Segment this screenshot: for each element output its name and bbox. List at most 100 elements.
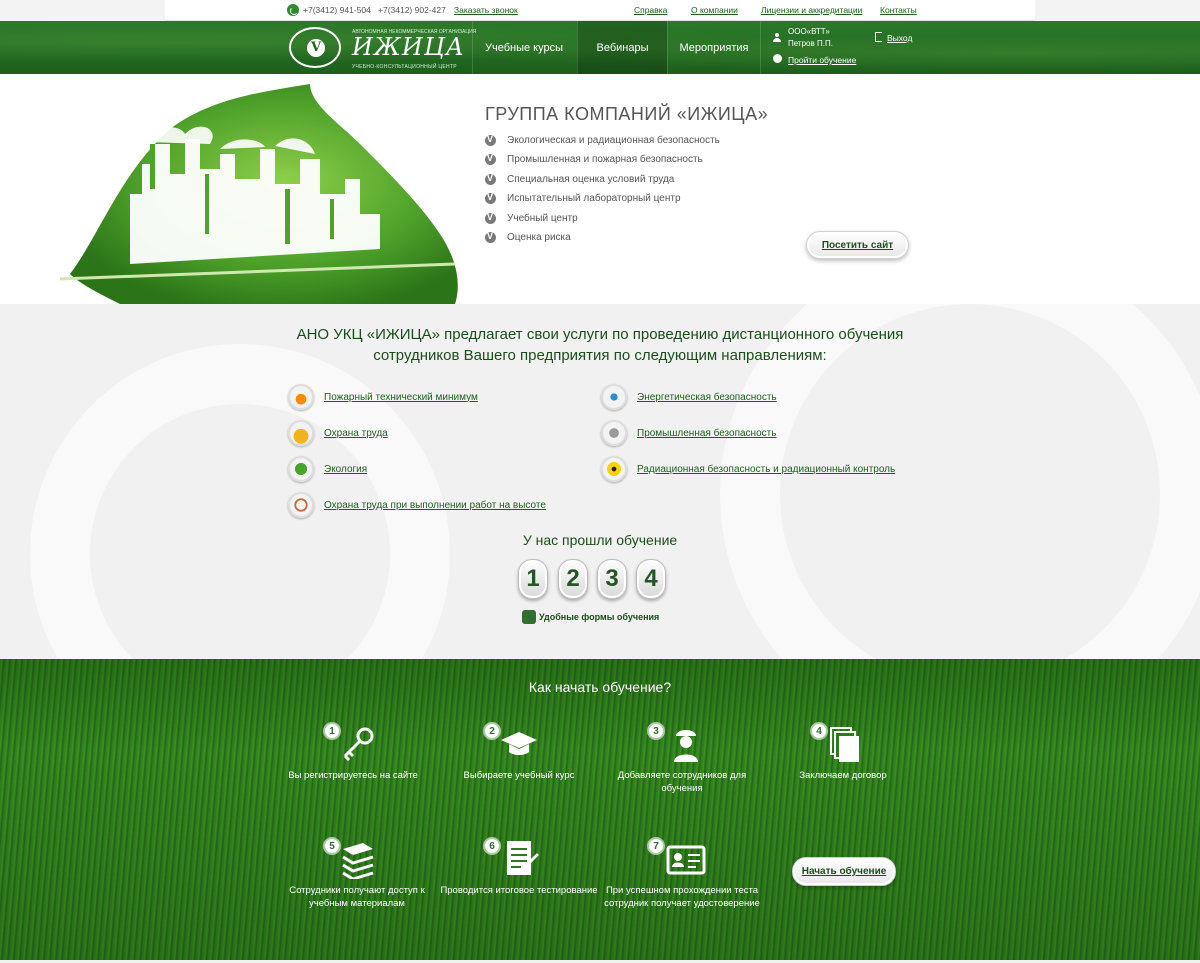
- gears-icon: [601, 420, 627, 446]
- top-bar-right-margin: [1035, 0, 1200, 21]
- logo-title[interactable]: ИЖИЦА: [352, 33, 465, 61]
- course-link-energy[interactable]: Энергетическая безопасность: [637, 392, 777, 403]
- help-link[interactable]: Справка: [634, 5, 667, 15]
- top-bar: +7(3412) 941-504 +7(3412) 902-427 Заказа…: [0, 0, 1200, 21]
- nav-courses[interactable]: Учебные курсы: [472, 21, 575, 74]
- about-link[interactable]: О компании: [691, 5, 738, 15]
- course-link-industrial[interactable]: Промышленная безопасность: [637, 428, 776, 439]
- steps-title: Как начать обучение?: [528, 679, 672, 695]
- phone-number-2: +7(3412) 902-427: [378, 5, 446, 15]
- leaf-factory-image: [60, 84, 458, 304]
- step-text: Сотрудники получают доступ к учебным мат…: [289, 885, 425, 909]
- visit-site-button[interactable]: Посетить сайт: [806, 231, 909, 259]
- bullet-icon: [485, 231, 496, 243]
- step-number-badge: 7: [647, 837, 665, 855]
- course-item[interactable]: Радиационная безопасность и радиационный…: [601, 456, 895, 482]
- course-link-fire[interactable]: Пожарный технический минимум: [324, 392, 478, 403]
- hero-list-item-text: Учебный центр: [507, 213, 578, 224]
- step-register: 1 Вы регистрируетесь на сайте: [273, 722, 433, 802]
- course-item[interactable]: Охрана труда при выполнении работ на выс…: [288, 492, 546, 518]
- step-text: Вы регистрируетесь на сайте: [288, 770, 418, 781]
- hero-list-item: Экологическая и радиационная безопасност…: [485, 134, 720, 146]
- keys-icon: [343, 727, 374, 762]
- logo-emblem-mark: [307, 39, 325, 57]
- bullet-icon: [485, 192, 496, 204]
- course-link-labor[interactable]: Охрана труда: [324, 428, 388, 439]
- steps-section: Как начать обучение? 1 Вы регистрируетес…: [0, 659, 1200, 963]
- course-item[interactable]: Охрана труда: [288, 420, 388, 446]
- step-text: Проводится итоговое тестирование: [440, 885, 598, 896]
- callback-link[interactable]: Заказать звонок: [454, 5, 518, 15]
- step-testing: 6 Проводится итоговое тестирование: [439, 837, 599, 917]
- nav-events[interactable]: Мероприятия: [667, 21, 761, 74]
- hero-list-item-text: Промышленная и пожарная безопасность: [507, 154, 703, 165]
- bullet-icon: [485, 173, 496, 185]
- logo-subtitle: УЧЕБНО-КОНСУЛЬТАЦИОННЫЙ ЦЕНТР: [352, 64, 457, 70]
- course-link-ecology[interactable]: Экология: [324, 464, 367, 475]
- course-item[interactable]: Энергетическая безопасность: [601, 384, 777, 410]
- courses-section: АНО УКЦ «ИЖИЦА» предлагает свои услуги п…: [0, 304, 1200, 659]
- stats-title: У нас прошли обучение: [522, 532, 678, 548]
- start-training-link[interactable]: Пройти обучение: [788, 55, 856, 65]
- step-number-badge: 6: [483, 837, 501, 855]
- books-icon: [342, 843, 374, 879]
- phone-icon: [287, 4, 299, 16]
- step-text: Добавляете сотрудников для обучения: [617, 770, 747, 794]
- hero-list-item: Специальная оценка условий труда: [485, 173, 674, 185]
- step-access: 5 Сотрудники получают доступ к учебным м…: [277, 837, 437, 927]
- company-name: ООО«ВТТ»: [788, 27, 830, 36]
- bullet-icon: [485, 153, 496, 165]
- logo-emblem-icon[interactable]: [289, 27, 341, 68]
- step-add-employees: 3 Добавляете сотрудников для обучения: [602, 722, 762, 802]
- hero-list-item: Учебный центр: [485, 212, 578, 224]
- start-training-button[interactable]: Начать обучение: [792, 857, 896, 886]
- courses-title: АНО УКЦ «ИЖИЦА» предлагает свои услуги п…: [296, 326, 904, 343]
- course-item[interactable]: Пожарный технический минимум: [288, 384, 478, 410]
- course-link-height[interactable]: Охрана труда при выполнении работ на выс…: [324, 500, 546, 511]
- fire-icon: [288, 384, 314, 410]
- hero-list-item: Промышленная и пожарная безопасность: [485, 153, 703, 165]
- course-item[interactable]: Промышленная безопасность: [601, 420, 776, 446]
- counter-digit: 4: [636, 559, 666, 599]
- hero-list-item-text: Оценка риска: [507, 232, 571, 243]
- worker-icon: [674, 730, 698, 762]
- step-number-badge: 3: [647, 722, 665, 740]
- courses-subtitle: сотрудников Вашего предприятия по следую…: [373, 347, 827, 364]
- top-bar-left-margin: [0, 0, 165, 21]
- learning-forms-link[interactable]: Удобные формы обучения: [522, 610, 659, 624]
- hero-list-item: Оценка риска: [485, 231, 571, 243]
- hard-hat-icon: [288, 420, 314, 446]
- step-certificate: 7 При успешном прохождении теста сотрудн…: [602, 837, 762, 927]
- training-icon: [773, 54, 782, 63]
- step-text: Выбираете учебный курс: [463, 770, 575, 781]
- id-card-icon: [666, 845, 706, 875]
- documents-icon: [830, 727, 859, 762]
- nav-webinars[interactable]: Вебинары: [577, 21, 667, 74]
- exit-icon: [875, 32, 882, 42]
- site-header: АВТОНОМНАЯ НЕКОММЕРЧЕСКАЯ ОРГАНИЗАЦИЯ ИЖ…: [0, 21, 1200, 74]
- mouse-icon: [522, 610, 536, 624]
- licenses-link[interactable]: Лицензии и аккредитации: [761, 5, 862, 15]
- hero-title: ГРУППА КОМПАНИЙ «ИЖИЦА»: [485, 104, 769, 124]
- user-name: Петров П.П.: [788, 39, 833, 48]
- step-text: Заключаем договор: [799, 770, 887, 781]
- bullet-icon: [485, 212, 496, 224]
- learning-forms-label: Удобные формы обучения: [539, 612, 660, 622]
- graduation-cap-icon: [501, 732, 537, 755]
- counter-digit: 1: [518, 559, 548, 599]
- hero-list-item: Испытательный лабораторный центр: [485, 192, 681, 204]
- phone-number-1: +7(3412) 941-504: [303, 5, 371, 15]
- radiation-icon: [601, 456, 627, 482]
- counter-digit: 3: [597, 559, 627, 599]
- course-item[interactable]: Экология: [288, 456, 367, 482]
- counter-digit: 2: [558, 559, 588, 599]
- test-sheet-icon: [507, 841, 539, 875]
- course-link-radiation[interactable]: Радиационная безопасность и радиационный…: [637, 464, 895, 475]
- step-text: При успешном прохождении теста сотрудник…: [604, 885, 760, 909]
- leaf-icon: [288, 456, 314, 482]
- bullet-icon: [485, 134, 496, 146]
- logout-link[interactable]: Выход: [887, 33, 912, 43]
- hero-list-item-text: Испытательный лабораторный центр: [507, 193, 681, 204]
- contacts-link[interactable]: Контакты: [880, 5, 917, 15]
- hero-section: ГРУППА КОМПАНИЙ «ИЖИЦА» Экологическая и …: [0, 74, 1200, 304]
